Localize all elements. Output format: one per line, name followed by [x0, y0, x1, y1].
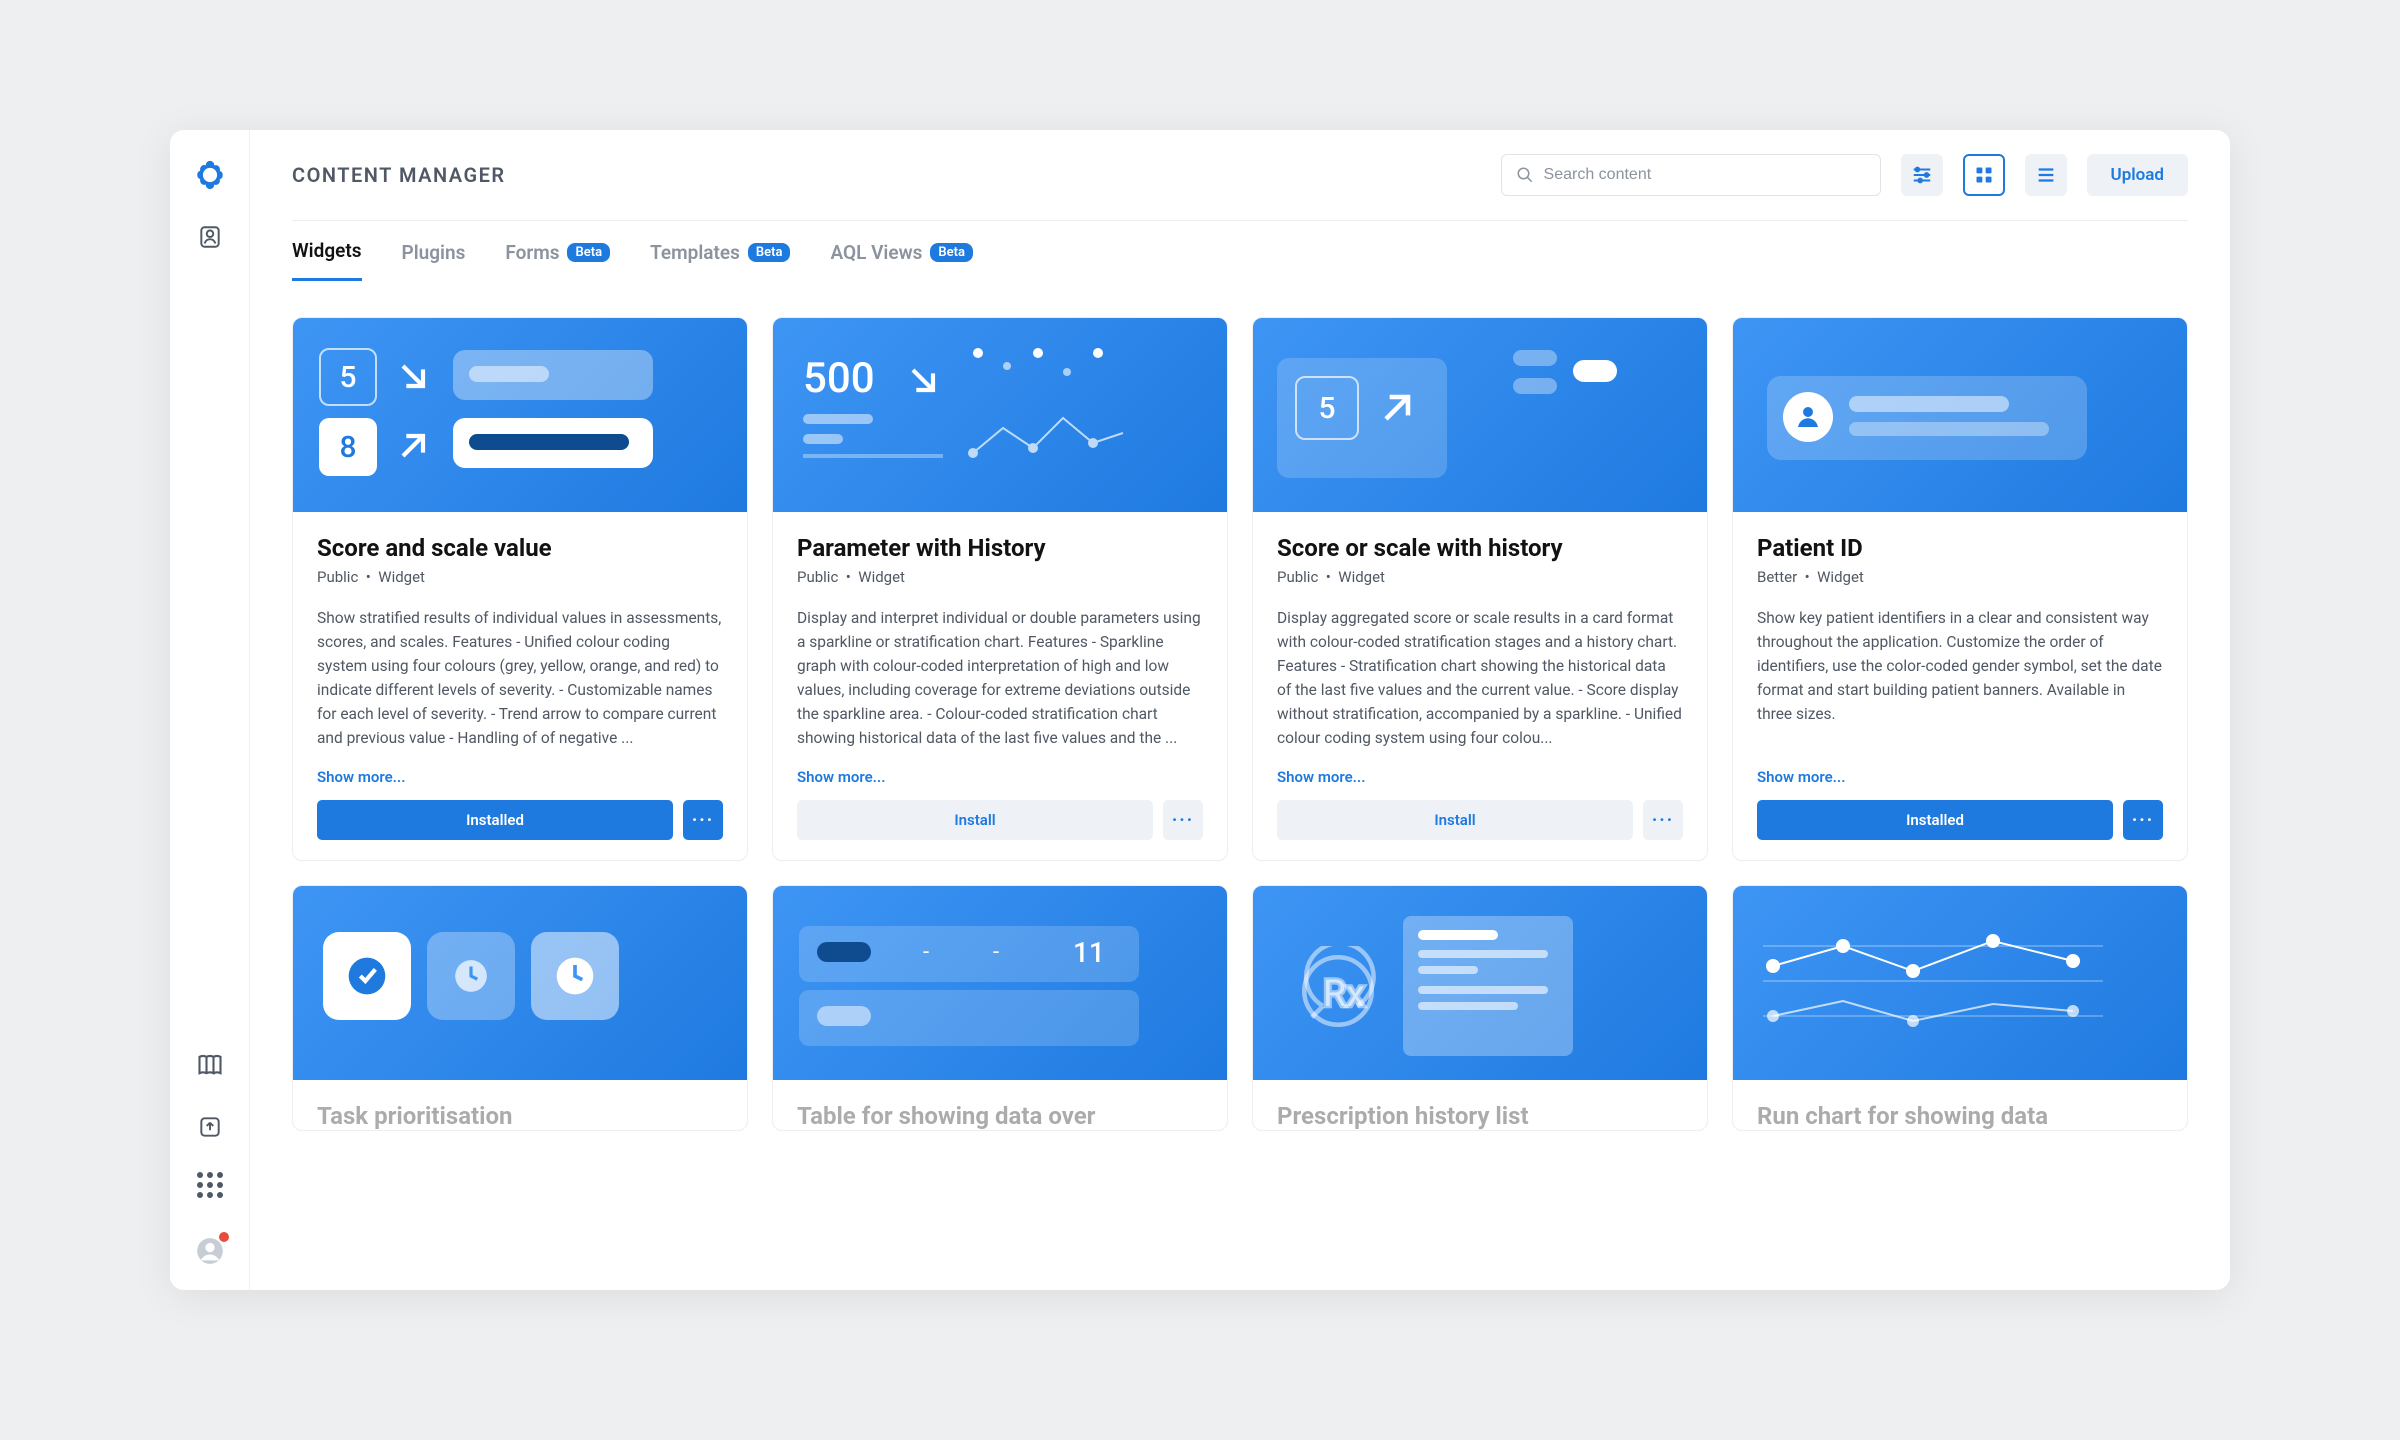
sidebar-user-icon[interactable]	[193, 220, 227, 254]
search-field[interactable]	[1544, 166, 1866, 184]
card-title: Task prioritisation	[317, 1102, 723, 1130]
app-logo	[193, 158, 227, 192]
install-button[interactable]: Install	[1277, 800, 1633, 840]
search-input[interactable]	[1501, 154, 1881, 196]
tabs: Widgets Plugins FormsBeta TemplatesBeta …	[250, 221, 2230, 283]
card-hero: 5	[1253, 318, 1707, 512]
card-meta: Better • Widget	[1757, 568, 2163, 586]
widget-card: 5 8 Score and scale value Public •	[292, 317, 748, 861]
card-hero	[1733, 318, 2187, 512]
beta-badge: Beta	[567, 243, 610, 262]
export-icon[interactable]	[193, 1110, 227, 1144]
card-hero	[1733, 886, 2187, 1080]
tab-widgets[interactable]: Widgets	[292, 239, 362, 281]
sidebar	[170, 130, 250, 1290]
notification-dot	[219, 1232, 229, 1242]
card-title: Prescription history list	[1277, 1102, 1683, 1130]
widget-card: 5 Score or scale with history Public • W…	[1252, 317, 1708, 861]
card-title: Table for showing data over	[797, 1102, 1203, 1130]
show-more-link[interactable]: Show more...	[1277, 768, 1683, 786]
card-meta: Public • Widget	[1277, 568, 1683, 586]
widget-card: 500	[772, 317, 1228, 861]
list-view-button[interactable]	[2025, 154, 2067, 196]
content-scroll[interactable]: 5 8 Score and scale value Public •	[250, 283, 2230, 1290]
card-hero: Rx	[1253, 886, 1707, 1080]
tab-templates[interactable]: TemplatesBeta	[650, 239, 790, 281]
show-more-link[interactable]: Show more...	[797, 768, 1203, 786]
card-description: Display aggregated score or scale result…	[1277, 606, 1683, 750]
tab-aql-views[interactable]: AQL ViewsBeta	[830, 239, 973, 281]
widget-card: - - 11 Table for showing data over	[772, 885, 1228, 1131]
card-meta: Public • Widget	[797, 568, 1203, 586]
card-title: Parameter with History	[797, 534, 1203, 562]
card-more-button[interactable]: ···	[2123, 800, 2163, 840]
install-button[interactable]: Install	[797, 800, 1153, 840]
docs-icon[interactable]	[193, 1048, 227, 1082]
card-hero: 5 8	[293, 318, 747, 512]
card-more-button[interactable]: ···	[1163, 800, 1203, 840]
view-filter-button[interactable]	[1901, 154, 1943, 196]
svg-text:Rx: Rx	[1323, 972, 1365, 1016]
card-title: Run chart for showing data	[1757, 1102, 2163, 1130]
widget-card: Task prioritisation	[292, 885, 748, 1131]
card-description: Show stratified results of individual va…	[317, 606, 723, 750]
card-title: Score or scale with history	[1277, 534, 1683, 562]
upload-button[interactable]: Upload	[2087, 154, 2188, 196]
grid-view-button[interactable]	[1963, 154, 2005, 196]
tab-plugins[interactable]: Plugins	[402, 239, 466, 281]
card-hero: 500	[773, 318, 1227, 512]
widget-card: Run chart for showing data	[1732, 885, 2188, 1131]
app-window: CONTENT MANAGER Upload Widgets Plugins F…	[170, 130, 2230, 1290]
card-title: Score and scale value	[317, 534, 723, 562]
card-description: Show key patient identifiers in a clear …	[1757, 606, 2163, 750]
card-meta: Public • Widget	[317, 568, 723, 586]
installed-button[interactable]: Installed	[317, 800, 673, 840]
card-description: Display and interpret individual or doub…	[797, 606, 1203, 750]
card-hero: - - 11	[773, 886, 1227, 1080]
card-more-button[interactable]: ···	[683, 800, 723, 840]
widget-card: Patient ID Better • Widget Show key pati…	[1732, 317, 2188, 861]
main-area: CONTENT MANAGER Upload Widgets Plugins F…	[250, 130, 2230, 1290]
tab-forms[interactable]: FormsBeta	[505, 239, 610, 281]
header: CONTENT MANAGER Upload	[250, 130, 2230, 220]
page-title: CONTENT MANAGER	[292, 163, 506, 187]
apps-icon[interactable]	[193, 1172, 227, 1206]
card-grid: 5 8 Score and scale value Public •	[292, 317, 2188, 1131]
installed-button[interactable]: Installed	[1757, 800, 2113, 840]
card-hero	[293, 886, 747, 1080]
beta-badge: Beta	[930, 243, 973, 262]
widget-card: Rx Prescription history list	[1252, 885, 1708, 1131]
card-title: Patient ID	[1757, 534, 2163, 562]
show-more-link[interactable]: Show more...	[1757, 768, 2163, 786]
beta-badge: Beta	[748, 243, 791, 262]
show-more-link[interactable]: Show more...	[317, 768, 723, 786]
card-more-button[interactable]: ···	[1643, 800, 1683, 840]
search-icon	[1516, 166, 1534, 184]
account-icon[interactable]	[193, 1234, 227, 1268]
